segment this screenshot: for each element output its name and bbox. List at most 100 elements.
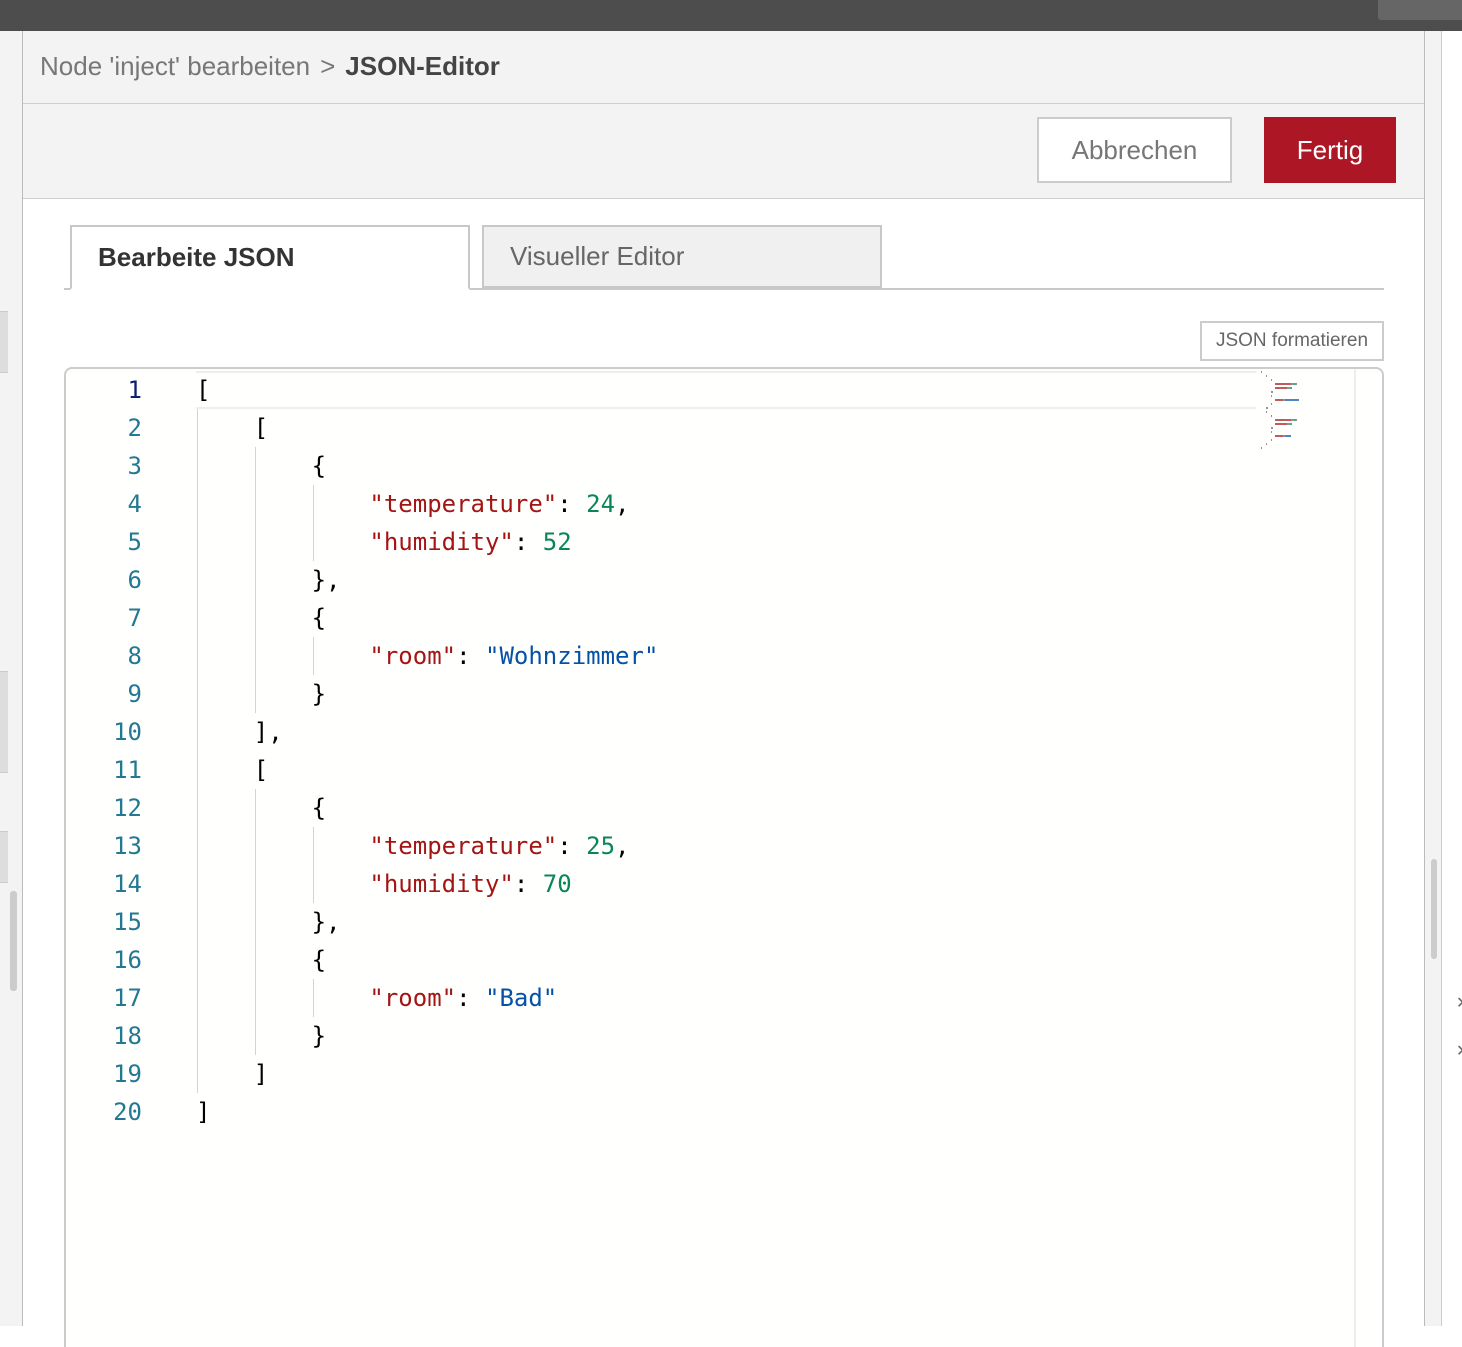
json-punctuation: { [196,604,327,632]
code-line[interactable]: ], [196,713,283,751]
json-punctuation: [ [196,376,211,404]
workspace-node-edge[interactable] [0,311,8,373]
code-line[interactable]: [ [196,751,268,789]
minimap-line [1265,443,1267,445]
code-line[interactable]: } [196,675,326,713]
line-number: 3 [127,452,142,480]
minimap-line [1275,423,1288,425]
minimap-line [1270,415,1272,417]
code-line[interactable]: ] [196,1093,210,1131]
json-number: 25 [586,832,616,860]
line-number: 14 [113,870,142,898]
json-key: "humidity" [369,528,514,556]
line-number: 7 [127,604,142,632]
json-punctuation: : [513,870,543,898]
workspace-node-edge[interactable] [0,671,8,773]
sidebar-right-edge: ✕ ✕ [1424,31,1462,1326]
json-punctuation [196,642,369,670]
minimap-line [1265,375,1267,377]
indent-guide [312,485,314,561]
json-punctuation: { [196,452,327,480]
code-area[interactable]: [ [ { "temperature": 24, "humidity": 52 … [196,369,1256,1347]
line-number: 13 [113,832,142,860]
workspace-node-edge[interactable] [0,831,8,883]
json-punctuation: : [456,984,485,1012]
minimap-line [1275,399,1283,401]
minimap-line [1270,379,1272,381]
code-line[interactable]: "humidity": 52 [196,523,571,561]
code-line[interactable]: "room": "Bad" [196,979,557,1017]
tray-toolbar: Abbrechen Fertig [23,104,1424,199]
indent-guide [312,979,314,1017]
minimap-line [1265,407,1269,409]
json-punctuation: ] [196,1060,269,1088]
minimap-line [1275,383,1291,385]
code-line[interactable]: ] [196,1055,268,1093]
editor-minimap[interactable] [1261,371,1353,451]
breadcrumb: Node 'inject' bearbeiten > JSON-Editor [40,51,500,82]
line-number: 11 [113,756,142,784]
line-number: 5 [127,528,142,556]
close-icon[interactable]: ✕ [1456,993,1462,1013]
json-key: "temperature" [369,490,558,518]
json-punctuation: , [615,832,630,860]
json-punctuation [196,832,369,860]
left-scrollbar[interactable] [10,891,17,991]
top-bar-button[interactable] [1378,0,1462,20]
line-number: 6 [127,566,142,594]
code-line[interactable]: }, [196,561,341,599]
json-string: "Bad" [485,984,558,1012]
code-line[interactable]: } [196,1017,326,1055]
json-key: "room" [369,642,457,670]
json-punctuation [196,528,369,556]
code-line[interactable]: { [196,447,326,485]
code-line[interactable]: { [196,789,326,827]
code-line[interactable]: { [196,941,326,979]
code-line[interactable]: }, [196,903,341,941]
json-number: 24 [586,490,616,518]
json-code-editor[interactable]: 1 2 3 4 5 6 7 8 9 10 11 12 13 14 15 16 17 18 19 20 [ [ { "t… [64,367,1384,1347]
code-line[interactable]: "temperature": 25, [196,827,630,865]
tray-header: Node 'inject' bearbeiten > JSON-Editor [23,31,1424,104]
json-punctuation: : [557,832,587,860]
json-punctuation: }, [196,566,341,594]
workspace-left-edge [0,31,23,1326]
json-punctuation: }, [196,908,341,936]
minimap-line [1295,419,1297,421]
code-line[interactable]: "temperature": 24, [196,485,629,523]
code-line[interactable]: "humidity": 70 [196,865,572,903]
tab-edit-json[interactable]: Bearbeite JSON [70,225,470,290]
code-line[interactable]: { [196,599,326,637]
code-line[interactable]: "room": "Wohnzimmer" [196,637,658,675]
line-number: 4 [127,490,142,518]
minimap-line [1270,395,1272,397]
done-button[interactable]: Fertig [1264,117,1396,183]
tab-visual-editor[interactable]: Visueller Editor [482,225,882,288]
json-punctuation: } [196,680,327,708]
json-punctuation: { [196,794,327,822]
json-number: 70 [542,870,572,898]
breadcrumb-parent[interactable]: Node 'inject' bearbeiten [40,51,310,81]
editor-scrollbar[interactable] [1354,369,1356,1347]
code-line[interactable]: [ [196,371,1256,409]
cancel-button[interactable]: Abbrechen [1037,117,1232,183]
right-scrollbar[interactable] [1431,859,1437,959]
minimap-line [1270,439,1272,441]
json-key: "humidity" [369,870,514,898]
minimap-line [1275,435,1283,437]
line-number: 17 [113,984,142,1012]
edit-tray: Node 'inject' bearbeiten > JSON-Editor Abb… [23,31,1424,1347]
minimap-line [1295,383,1297,385]
line-number-gutter: 1 2 3 4 5 6 7 8 9 10 11 12 13 14 15 16 17 18 19 20 [66,369,166,1347]
code-line[interactable]: [ [196,409,268,447]
json-punctuation: } [196,1022,327,1050]
json-punctuation: : [513,528,543,556]
minimap-line [1261,447,1263,449]
close-icon[interactable]: ✕ [1456,1041,1462,1061]
json-string: "Wohnzimmer" [485,642,659,670]
line-number: 19 [113,1060,142,1088]
json-punctuation: [ [196,756,269,784]
format-json-button[interactable]: JSON formatieren [1200,321,1384,361]
window-top-bar [0,0,1462,31]
minimap-line [1270,427,1273,429]
